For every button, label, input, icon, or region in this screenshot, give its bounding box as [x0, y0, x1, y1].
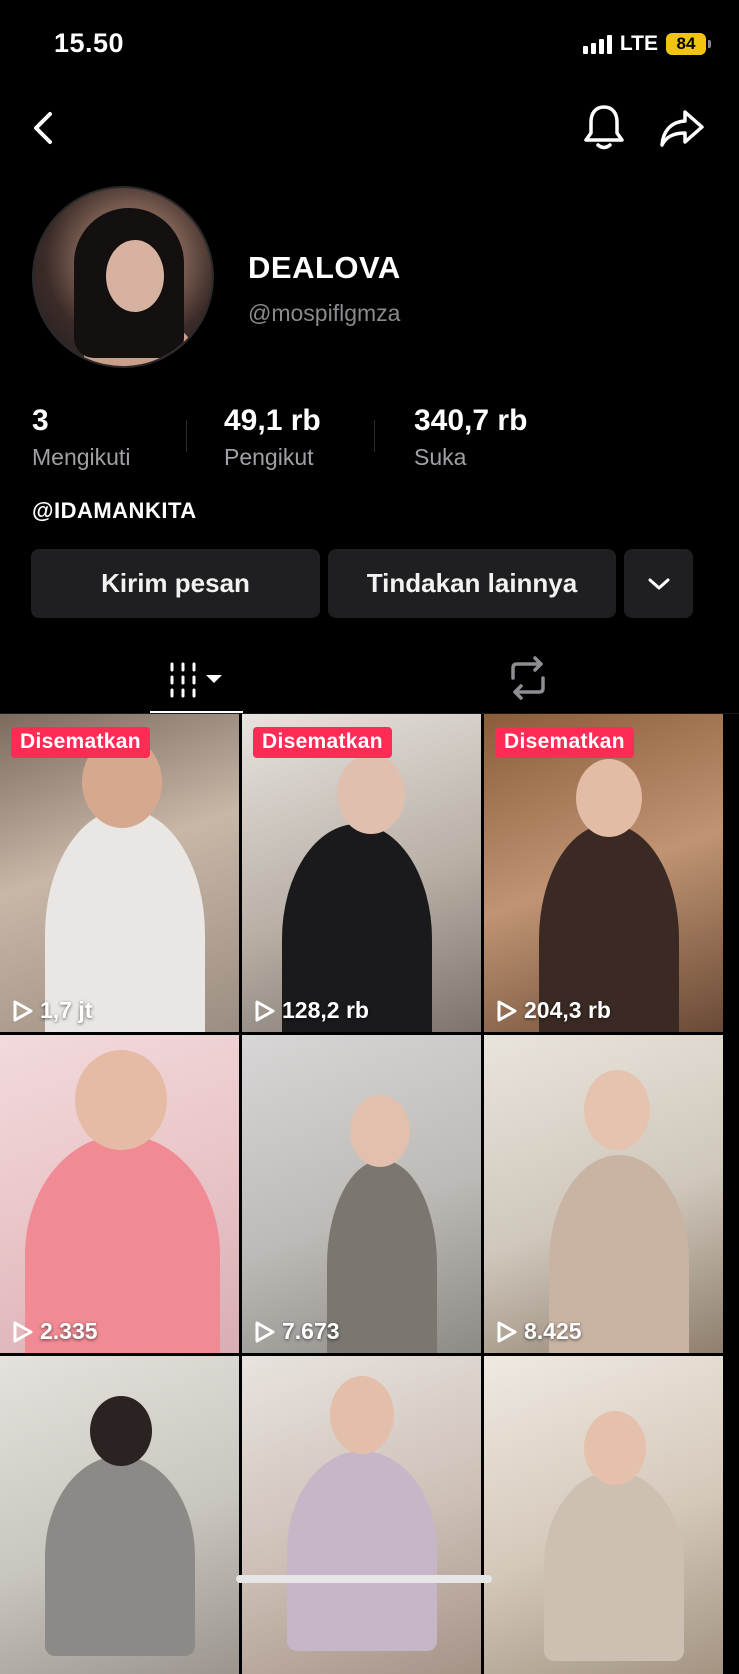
play-icon: [497, 1321, 517, 1342]
status-bar: 15.50 LTE 84: [0, 0, 739, 90]
view-count-text: 8.425: [524, 1318, 582, 1344]
view-count: 7.673: [254, 1318, 340, 1345]
video-tile[interactable]: [242, 1356, 481, 1674]
signal-icon: [582, 34, 612, 54]
tab-reposts[interactable]: [500, 650, 556, 706]
stat-following[interactable]: 3 Mengikuti: [32, 404, 130, 471]
divider: [186, 420, 187, 452]
suggested-accounts-button[interactable]: [624, 549, 693, 618]
stat-likes[interactable]: 340,7 rb Suka: [414, 404, 527, 471]
view-count-text: 128,2 rb: [282, 997, 369, 1023]
video-tile[interactable]: 8.425: [484, 1035, 723, 1353]
stat-label: Mengikuti: [32, 444, 131, 470]
tab-videos[interactable]: [150, 646, 243, 714]
video-tile[interactable]: [484, 1356, 723, 1674]
share-button[interactable]: [658, 106, 706, 150]
play-icon: [13, 1321, 33, 1342]
display-name: DEALOVA: [248, 250, 401, 285]
bell-icon: [584, 105, 624, 150]
play-icon: [497, 1000, 517, 1021]
video-tile[interactable]: Disematkan 204,3 rb: [484, 714, 723, 1032]
repost-icon: [511, 656, 545, 700]
stat-value: 340,7 rb: [414, 404, 528, 437]
video-tile[interactable]: 2.335: [0, 1035, 239, 1353]
more-actions-button[interactable]: Tindakan lainnya: [328, 549, 616, 618]
pinned-badge: Disematkan: [11, 727, 150, 758]
view-count: 1,7 jt: [12, 997, 92, 1024]
back-button[interactable]: [28, 108, 64, 148]
stat-label: Pengikut: [224, 444, 314, 470]
username-handle: @mospiflgmza: [248, 300, 401, 326]
play-icon: [13, 1000, 33, 1021]
send-message-button[interactable]: Kirim pesan: [31, 549, 320, 618]
avatar[interactable]: [32, 186, 214, 368]
battery-level: 84: [676, 34, 696, 53]
notification-button[interactable]: [582, 102, 626, 152]
stat-label: Suka: [414, 444, 467, 470]
stat-followers[interactable]: 49,1 rb Pengikut: [224, 404, 321, 471]
video-tile[interactable]: Disematkan 128,2 rb: [242, 714, 481, 1032]
battery-icon: 84: [666, 33, 711, 55]
play-icon: [255, 1000, 275, 1021]
play-icon: [255, 1321, 275, 1342]
grid-icon: [170, 662, 222, 698]
stat-value: 49,1 rb: [224, 404, 321, 437]
stat-value: 3: [32, 404, 49, 437]
network-label: LTE: [619, 32, 658, 55]
view-count: 128,2 rb: [254, 997, 369, 1024]
chevron-down-icon: [648, 578, 669, 589]
view-count-text: 2.335: [40, 1318, 98, 1344]
divider: [374, 420, 375, 452]
pinned-badge: Disematkan: [495, 727, 634, 758]
view-count: 204,3 rb: [496, 997, 611, 1024]
share-icon: [660, 110, 704, 147]
home-indicator[interactable]: [236, 1575, 492, 1583]
video-tile[interactable]: Disematkan 1,7 jt: [0, 714, 239, 1032]
back-icon: [34, 112, 52, 144]
view-count: 8.425: [496, 1318, 582, 1345]
view-count: 2.335: [12, 1318, 98, 1345]
bio-text[interactable]: @IDAMANKITA: [32, 498, 197, 524]
status-right: LTE 84: [582, 32, 711, 56]
view-count-text: 204,3 rb: [524, 997, 611, 1023]
status-time: 15.50: [54, 28, 125, 58]
view-count-text: 1,7 jt: [40, 997, 93, 1023]
video-tile[interactable]: [0, 1356, 239, 1674]
view-count-text: 7.673: [282, 1318, 340, 1344]
pinned-badge: Disematkan: [253, 727, 392, 758]
video-tile[interactable]: 7.673: [242, 1035, 481, 1353]
